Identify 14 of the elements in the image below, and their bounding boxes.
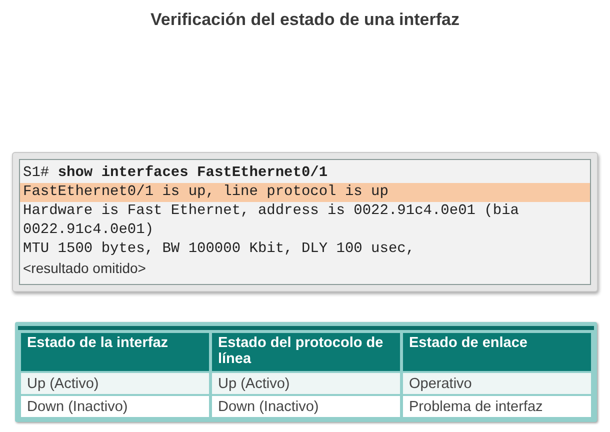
table-cell: Problema de interfaz bbox=[403, 396, 591, 417]
command-line: S1# show interfaces FastEthernet0/1 bbox=[22, 164, 329, 183]
output-line: Hardware is Fast Ethernet, address is 0022.91c4.0e01 (bia 0022.91c4.0e01) bbox=[22, 202, 520, 240]
table-cell: Operativo bbox=[403, 373, 591, 394]
table-cell: Down (Inactivo) bbox=[212, 396, 400, 417]
column-header: Estado del protocolo de línea bbox=[212, 333, 400, 371]
column-header: Estado de la interfaz bbox=[21, 333, 209, 371]
omitted-note: <resultado omitido> bbox=[22, 259, 147, 278]
table-cell: Down (Inactivo) bbox=[21, 396, 209, 417]
column-header: Estado de enlace bbox=[403, 333, 591, 371]
table-cell: Up (Activo) bbox=[212, 373, 400, 394]
output-line: MTU 1500 bytes, BW 100000 Kbit, DLY 100 usec, bbox=[22, 240, 416, 259]
slide-title: Verificación del estado de una interfaz bbox=[150, 9, 460, 30]
table-cell: Up (Activo) bbox=[21, 373, 209, 394]
